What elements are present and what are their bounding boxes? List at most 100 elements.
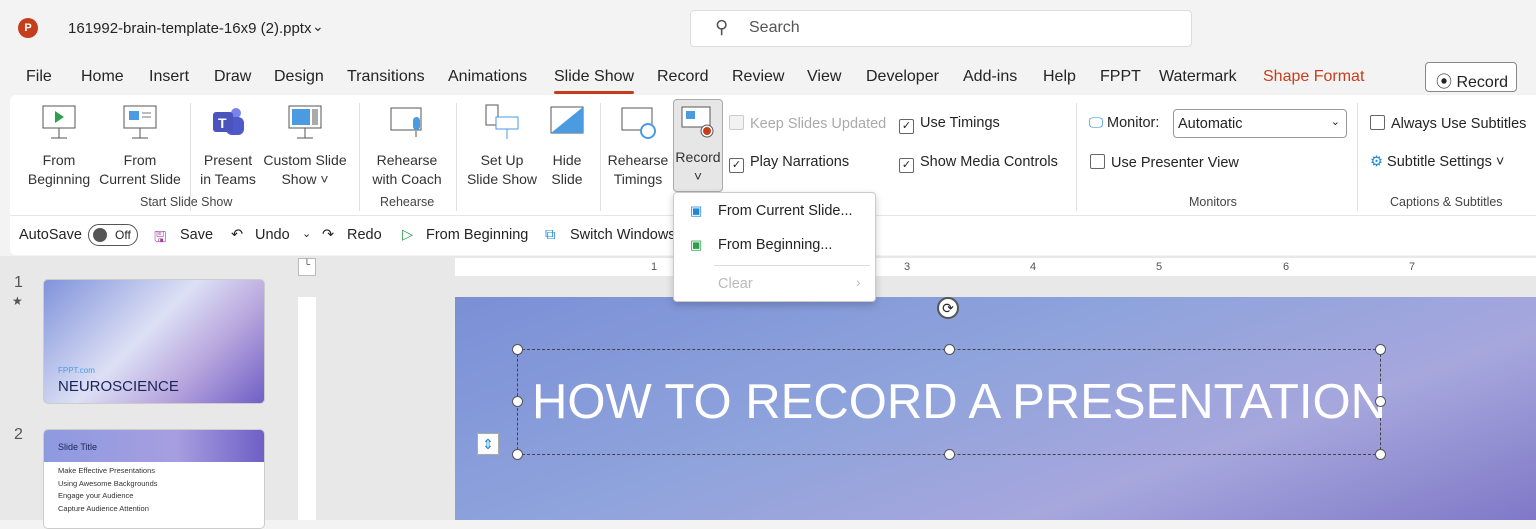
resize-handle[interactable] [944,449,955,460]
horizontal-ruler[interactable]: 1 2 3 4 5 6 7 [455,258,1536,276]
label: Beginning [27,171,91,187]
tab-transitions[interactable]: Transitions [347,68,425,86]
label: with Coach [372,171,442,187]
rotate-handle-icon[interactable]: ⟳ [937,297,959,319]
chevron-right-icon: › [856,274,861,290]
chevron-down-icon[interactable]: ⌄ [312,18,324,35]
tab-animations[interactable]: Animations [448,68,527,86]
slide-thumbnail-1[interactable]: FPPT.com NEUROSCIENCE [43,279,265,404]
tab-watermark[interactable]: Watermark [1159,68,1237,86]
chevron-down-icon: ˅ [693,168,703,184]
tab-record[interactable]: Record [657,68,709,86]
tab-design[interactable]: Design [274,68,324,86]
ruler-tab-selector[interactable]: └ [298,258,316,276]
ruler-tick: 7 [1409,261,1416,273]
file-name[interactable]: 161992-brain-template-16x9 (2).pptx [68,20,311,37]
undo-dropdown-icon[interactable]: ⌄ [302,227,311,240]
coach-mic-icon [389,103,425,143]
menu-item-from-beginning[interactable]: From Beginning... [718,237,832,253]
tab-developer[interactable]: Developer [866,68,939,86]
tab-shape-format[interactable]: Shape Format [1263,68,1364,86]
from-beginning-button[interactable]: From Beginning [24,103,94,189]
label: Monitor: [1107,115,1160,131]
custom-show-icon [287,103,323,143]
record-dropdown-button[interactable]: Record ˅ [673,99,723,192]
play-icon: ▷ [402,227,414,243]
record-label: Record [1456,74,1509,91]
tab-view[interactable]: View [807,68,841,86]
record-beginning-icon: ▣ [690,237,703,252]
powerpoint-logo: P [18,18,38,38]
play-narrations-checkbox[interactable]: ✓ Play Narrations [729,154,849,173]
title-textbox[interactable]: HOW TO RECORD A PRESENTATION [512,344,1386,460]
tab-draw[interactable]: Draw [214,68,251,86]
switch-windows-icon: ⧉ [545,227,556,243]
autofit-options-icon[interactable]: ⇕ [477,433,499,455]
tab-file[interactable]: File [26,68,52,86]
slide-thumbnails-panel: 1 ★ FPPT.com NEUROSCIENCE 2 Slide Title … [0,256,290,529]
tab-add-ins[interactable]: Add-ins [963,68,1017,86]
undo-button[interactable]: Undo [255,227,290,243]
divider [359,103,360,211]
thumb-title: Slide Title [58,442,98,452]
tab-help[interactable]: Help [1043,68,1076,86]
switch-windows-button[interactable]: Switch Windows [570,227,676,243]
always-use-subtitles-checkbox[interactable]: Always Use Subtitles [1370,115,1526,132]
show-media-controls-checkbox[interactable]: ✓ Show Media Controls [899,154,1058,173]
autosave-toggle[interactable]: Off [88,224,138,246]
use-timings-checkbox[interactable]: ✓ Use Timings [899,115,1000,134]
subtitle-settings-icon: ⚙ [1370,154,1383,170]
resize-handle[interactable] [512,396,523,407]
label: Present [203,152,253,168]
resize-handle[interactable] [1375,344,1386,355]
menu-item-clear[interactable]: Clear [718,276,753,292]
redo-button[interactable]: Redo [347,227,382,243]
label: Always Use Subtitles [1391,116,1527,132]
subtitle-settings-button[interactable]: ⚙ Subtitle Settings ˅ [1370,154,1504,170]
qat-from-beginning-button[interactable]: From Beginning [426,227,528,243]
rehearse-timings-button[interactable]: Rehearse Timings [606,103,670,189]
hide-slide-button[interactable]: Hide Slide [542,103,592,189]
set-up-slide-show-button[interactable]: Set Up Slide Show [464,103,540,189]
setup-show-icon [484,103,520,143]
slide-canvas[interactable]: HOW TO RECORD A PRESENTATION ⟳ ⇕ [455,297,1536,520]
use-presenter-view-checkbox[interactable]: Use Presenter View [1090,154,1239,171]
slide-number: 1 [14,274,23,291]
record-button[interactable]: ⦿ Record [1425,62,1517,92]
bullet: Capture Audience Attention [58,504,149,514]
ruler-tick: 1 [651,261,658,273]
custom-slide-show-button[interactable]: Custom Slide Show ˅ [260,103,350,189]
slide-thumbnail-2[interactable]: Slide Title Make Effective Presentations… [43,429,265,529]
save-button[interactable]: Save [180,227,213,243]
menu-item-from-current-slide[interactable]: From Current Slide... [718,203,853,219]
from-current-slide-button[interactable]: From Current Slide [96,103,184,189]
record-dropdown-menu: ▣ From Current Slide... ▣ From Beginning… [673,192,876,302]
resize-handle[interactable] [512,449,523,460]
search-box[interactable]: ⚲ Search [690,10,1192,47]
autosave-label: AutoSave [19,227,82,243]
record-dot-icon: ⦿ [1436,74,1453,91]
label: Slide Show [466,171,538,187]
keep-slides-updated-checkbox[interactable]: Keep Slides Updated [729,115,886,132]
tab-insert[interactable]: Insert [149,68,189,86]
thumb-header: Slide Title [44,430,264,462]
tab-fppt[interactable]: FPPT [1100,68,1141,86]
tab-slide-show[interactable]: Slide Show [554,68,635,94]
slide-title[interactable]: HOW TO RECORD A PRESENTATION [532,374,1386,430]
tab-home[interactable]: Home [81,68,124,86]
resize-handle[interactable] [512,344,523,355]
label: in Teams [200,171,256,187]
tab-review[interactable]: Review [732,68,784,86]
toggle-state: Off [115,228,131,242]
label: Show ˅ [281,171,329,187]
resize-handle[interactable] [1375,449,1386,460]
resize-handle[interactable] [1375,396,1386,407]
search-icon: ⚲ [715,17,729,37]
monitor-select[interactable]: Automatic ⌄ [1173,109,1347,138]
vertical-ruler[interactable] [298,297,316,520]
present-in-teams-button[interactable]: T Present in Teams [196,103,260,189]
thumb-brand: FPPT.com [58,366,95,375]
rehearse-with-coach-button[interactable]: Rehearse with Coach [366,103,448,189]
resize-handle[interactable] [944,344,955,355]
label: Show Media Controls [920,154,1058,170]
